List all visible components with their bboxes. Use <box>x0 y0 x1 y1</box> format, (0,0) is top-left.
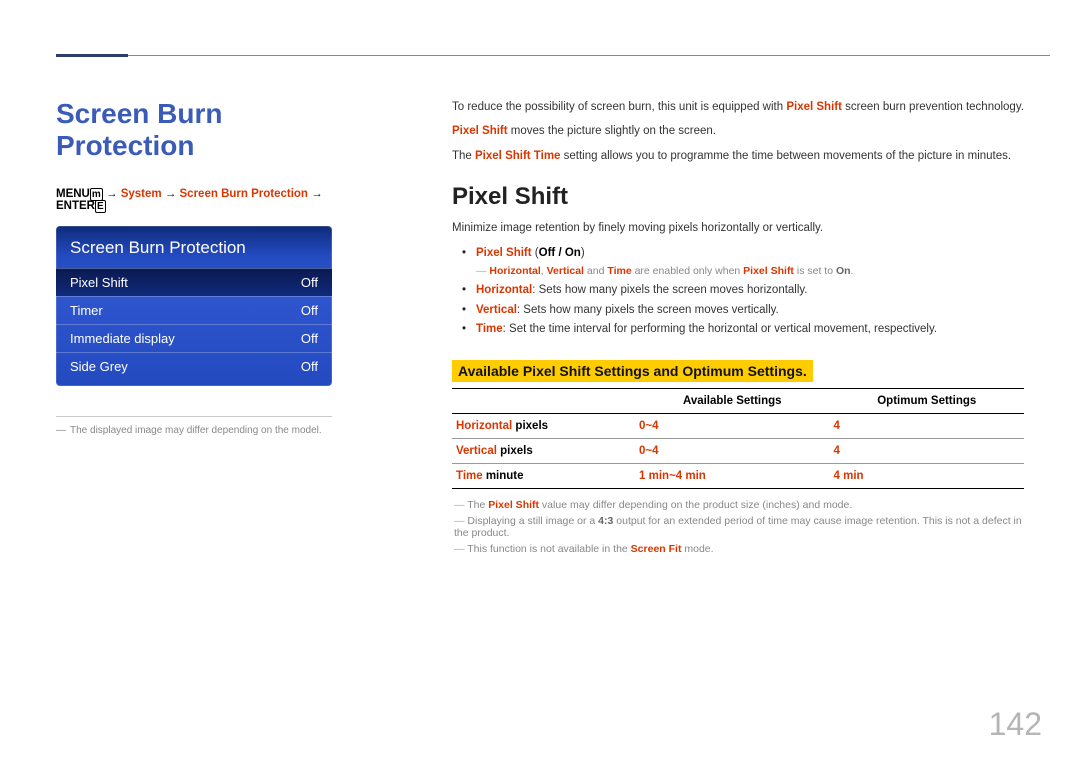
osd-title: Screen Burn Protection <box>56 238 332 268</box>
table-row: Horizontal pixels 0~4 4 <box>452 413 1024 438</box>
osd-row-immediate-display[interactable]: Immediate display Off <box>56 324 332 352</box>
footer-notes: The Pixel Shift value may differ dependi… <box>452 499 1024 555</box>
footnote-3: This function is not available in the Sc… <box>452 543 1024 555</box>
left-footnote-text: The displayed image may differ depending… <box>70 425 322 436</box>
osd-row-value: Off <box>301 303 318 318</box>
enable-note: Horizontal, Vertical and Time are enable… <box>452 265 1024 277</box>
pixel-shift-heading: Pixel Shift <box>452 183 1024 211</box>
list-item: Vertical: Sets how many pixels the scree… <box>476 301 1024 321</box>
footnote-1: The Pixel Shift value may differ dependi… <box>452 499 1024 511</box>
settings-table: Available Settings Optimum Settings Hori… <box>452 388 1024 489</box>
pixel-shift-params-list: Horizontal: Sets how many pixels the scr… <box>452 281 1024 340</box>
page-number: 142 <box>989 706 1042 743</box>
table-header-available: Available Settings <box>635 388 829 413</box>
header-rule <box>128 55 1050 56</box>
osd-row-label: Pixel Shift <box>70 275 128 290</box>
right-column: To reduce the possibility of screen burn… <box>452 98 1024 559</box>
osd-row-label: Timer <box>70 303 103 318</box>
osd-row-pixel-shift[interactable]: Pixel Shift Off <box>56 268 332 296</box>
breadcrumb-system: System <box>121 188 162 200</box>
osd-row-label: Side Grey <box>70 359 128 374</box>
left-footnote: ―The displayed image may differ dependin… <box>56 425 356 436</box>
osd-row-timer[interactable]: Timer Off <box>56 296 332 324</box>
arrow-icon: → <box>311 188 323 200</box>
enter-icon: E <box>95 200 106 213</box>
osd-panel: Screen Burn Protection Pixel Shift Off T… <box>56 226 332 386</box>
page-title: Screen Burn Protection <box>56 98 356 162</box>
osd-row-label: Immediate display <box>70 331 175 346</box>
osd-row-value: Off <box>301 359 318 374</box>
osd-row-side-grey[interactable]: Side Grey Off <box>56 352 332 380</box>
breadcrumb-enter: ENTER <box>56 200 95 212</box>
table-row: Vertical pixels 0~4 4 <box>452 438 1024 463</box>
intro-para-3: The Pixel Shift Time setting allows you … <box>452 147 1024 165</box>
list-item: Pixel Shift (Off / On) <box>476 244 1024 264</box>
osd-row-value: Off <box>301 331 318 346</box>
intro-para-1: To reduce the possibility of screen burn… <box>452 98 1024 116</box>
intro-para-2: Pixel Shift moves the picture slightly o… <box>452 122 1024 140</box>
pixel-shift-desc: Minimize image retention by finely movin… <box>452 219 1024 237</box>
footnote-2: Displaying a still image or a 4:3 output… <box>452 515 1024 539</box>
arrow-icon: → <box>106 188 118 200</box>
left-column: Screen Burn Protection MENUm → System → … <box>56 98 356 436</box>
breadcrumb: MENUm → System → Screen Burn Protection … <box>56 188 356 212</box>
list-item: Horizontal: Sets how many pixels the scr… <box>476 281 1024 301</box>
pixel-shift-option-list: Pixel Shift (Off / On) <box>452 244 1024 264</box>
table-heading-highlight: Available Pixel Shift Settings and Optim… <box>452 360 813 382</box>
breadcrumb-sbp: Screen Burn Protection <box>180 188 308 200</box>
arrow-icon: → <box>165 188 177 200</box>
breadcrumb-menu: MENU <box>56 188 90 200</box>
header-accent-bar <box>56 54 128 57</box>
osd-row-value: Off <box>301 275 318 290</box>
table-header-optimum: Optimum Settings <box>830 388 1025 413</box>
table-row: Time minute 1 min~4 min 4 min <box>452 463 1024 488</box>
list-item: Time: Set the time interval for performi… <box>476 320 1024 340</box>
separator <box>56 416 332 417</box>
table-header-row: Available Settings Optimum Settings <box>452 388 1024 413</box>
table-header-empty <box>452 388 635 413</box>
